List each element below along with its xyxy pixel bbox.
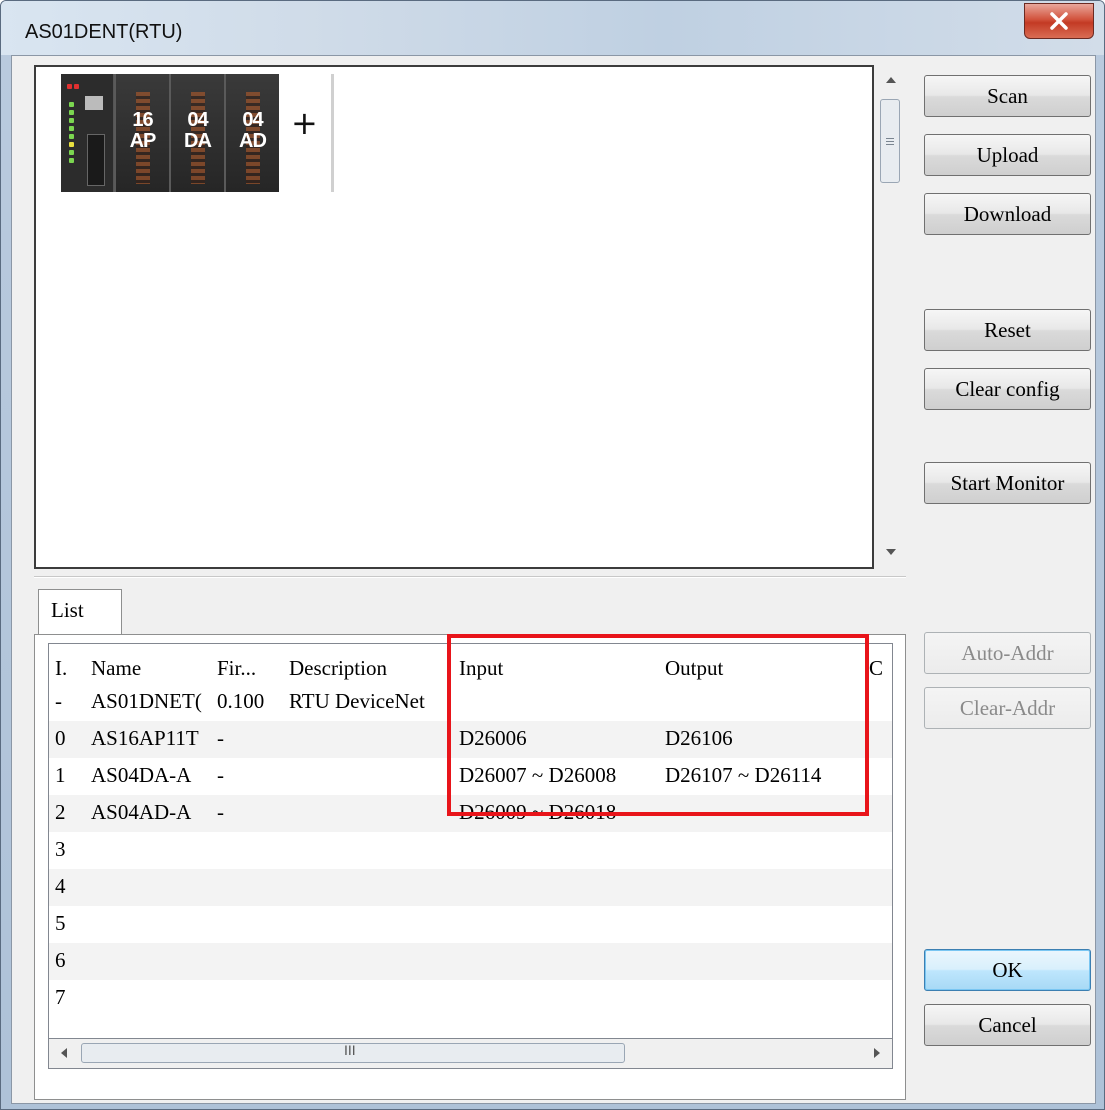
cell-firmware: -	[217, 763, 224, 787]
scroll-grip: III	[344, 1042, 356, 1058]
rack-view-panel[interactable]: 16 AP 04 DA 04 AD +	[34, 65, 874, 569]
title-bar[interactable]: AS01DENT(RTU)	[1, 1, 1104, 55]
add-module-slot[interactable]: +	[279, 74, 334, 192]
dialog-client: 16 AP 04 DA 04 AD + Scan Upload Download…	[11, 55, 1096, 1104]
scroll-left-icon[interactable]	[61, 1048, 67, 1058]
ok-button[interactable]: OK	[924, 949, 1091, 991]
clear-addr-button[interactable]: Clear-Addr	[924, 687, 1091, 729]
scroll-down-icon[interactable]	[886, 549, 896, 555]
module-label-bottom: AP	[129, 130, 157, 152]
table-row[interactable]: 3	[49, 832, 892, 869]
column-header-index[interactable]: I.	[55, 656, 67, 681]
column-header-description[interactable]: Description	[289, 656, 387, 681]
cell-index: 3	[55, 837, 66, 861]
cell-index: 1	[55, 763, 66, 787]
cell-index: 0	[55, 726, 66, 750]
tab-list[interactable]: List	[38, 589, 122, 635]
cell-name: AS04DA-A	[91, 763, 192, 787]
module-label-top: 04	[242, 109, 263, 131]
start-monitor-button[interactable]: Start Monitor	[924, 462, 1091, 504]
auto-addr-button[interactable]: Auto-Addr	[924, 632, 1091, 674]
clear-config-button[interactable]: Clear config	[924, 368, 1091, 410]
separator	[34, 576, 906, 578]
scroll-right-icon[interactable]	[874, 1048, 880, 1058]
cell-index: -	[55, 689, 62, 713]
download-button[interactable]: Download	[924, 193, 1091, 235]
list-horizontal-scrollbar[interactable]: III	[48, 1039, 893, 1069]
cell-firmware: 0.100	[217, 689, 265, 713]
module-label-bottom: DA	[184, 130, 212, 152]
table-row[interactable]: 5	[49, 906, 892, 943]
module-label-top: 04	[187, 109, 208, 131]
module-da-image[interactable]: 04 DA	[169, 74, 224, 192]
cell-name: AS16AP11T	[91, 726, 199, 750]
rtu-module-image[interactable]	[61, 74, 114, 192]
table-row[interactable]: 7	[49, 980, 892, 1017]
rack: 16 AP 04 DA 04 AD +	[61, 74, 334, 194]
column-header-firmware[interactable]: Fir...	[217, 656, 256, 681]
table-row[interactable]: 6	[49, 943, 892, 980]
cell-index: 7	[55, 985, 66, 1009]
cell-index: 6	[55, 948, 66, 972]
cell-name: AS04AD-A	[91, 800, 192, 824]
reset-button[interactable]: Reset	[924, 309, 1091, 351]
cell-firmware: -	[217, 726, 224, 750]
module-label-bottom: AD	[239, 130, 267, 152]
cancel-button[interactable]: Cancel	[924, 1004, 1091, 1046]
column-header-name[interactable]: Name	[91, 656, 141, 681]
cell-index: 4	[55, 874, 66, 898]
scan-button[interactable]: Scan	[924, 75, 1091, 117]
table-row[interactable]: 4	[49, 869, 892, 906]
cell-firmware: -	[217, 800, 224, 824]
close-button[interactable]	[1024, 3, 1094, 39]
cell-name: AS01DNET(	[91, 689, 202, 713]
plus-icon: +	[291, 104, 318, 142]
scroll-thumb[interactable]: III	[81, 1042, 625, 1063]
column-header-c[interactable]: C	[869, 656, 883, 681]
cell-description: RTU DeviceNet	[289, 689, 425, 713]
module-ad-image[interactable]: 04 AD	[224, 74, 279, 192]
window-title: AS01DENT(RTU)	[25, 21, 183, 43]
dialog-window: AS01DENT(RTU) 16 AP 04 DA 04 AD + Scan U…	[0, 0, 1105, 1110]
upload-button[interactable]: Upload	[924, 134, 1091, 176]
module-label-top: 16	[132, 109, 153, 131]
scroll-up-icon[interactable]	[886, 77, 896, 83]
rack-vertical-scrollbar[interactable]	[878, 65, 906, 569]
cell-index: 2	[55, 800, 66, 824]
scroll-thumb[interactable]	[880, 99, 900, 183]
module-ap-image[interactable]: 16 AP	[114, 74, 169, 192]
highlight-box	[447, 634, 869, 816]
cell-index: 5	[55, 911, 66, 935]
close-icon	[1050, 12, 1068, 30]
